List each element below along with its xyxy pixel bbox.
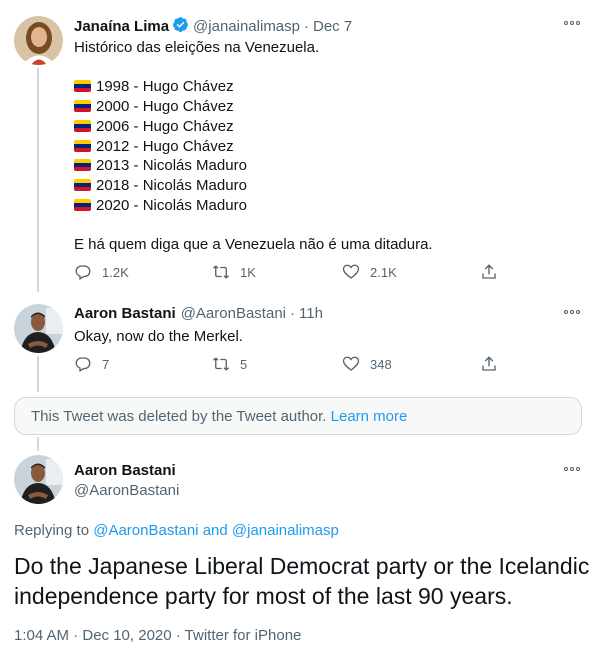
tweet-text: Okay, now do the Merkel. (74, 328, 243, 345)
thread-line (37, 356, 39, 392)
replying-user-link[interactable]: @janainalimasp (232, 522, 339, 539)
tweet-time[interactable]: 11h (299, 305, 323, 322)
main-tweet-text: Do the Japanese Liberal Democrat party o… (14, 553, 590, 609)
venezuela-flag-icon (74, 178, 91, 191)
avatar-janaina[interactable] (14, 16, 63, 65)
election-line: 1998 - Hugo Chávez (74, 77, 433, 97)
election-line: 2000 - Hugo Chávez (74, 97, 433, 117)
venezuela-flag-icon (74, 159, 91, 172)
replying-to: Replying to @AaronBastani and @janainali… (14, 522, 339, 539)
tweet-header: Aaron Bastani @AaronBastani · 11h (74, 305, 323, 322)
reply-button[interactable]: 1.2K (74, 263, 129, 281)
venezuela-flag-icon (74, 119, 91, 132)
venezuela-flag-icon (74, 139, 91, 152)
thread-line (37, 68, 39, 292)
election-line: 2018 - Nicolás Maduro (74, 176, 433, 196)
tweet-closing: E há quem diga que a Venezuela não é uma… (74, 236, 433, 253)
author-name[interactable]: Aaron Bastani (74, 305, 176, 322)
retweet-button[interactable]: 1K (212, 263, 256, 281)
avatar-aaron[interactable] (14, 304, 63, 353)
author-handle[interactable]: @AaronBastani (74, 482, 179, 499)
learn-more-link[interactable]: Learn more (331, 408, 408, 425)
retweet-icon (213, 265, 229, 279)
author-name[interactable]: Janaína Lima (74, 18, 169, 35)
tweet-body: Histórico das eleições na Venezuela. 199… (74, 38, 433, 255)
tweet-time[interactable]: Dec 7 (313, 18, 352, 35)
retweet-count: 1K (240, 264, 256, 280)
tweet-meta[interactable]: 1:04 AM · Dec 10, 2020 · Twitter for iPh… (14, 627, 301, 644)
separator: · (304, 18, 309, 35)
election-line: 2020 - Nicolás Maduro (74, 196, 433, 216)
like-count: 348 (370, 356, 392, 372)
reply-icon (75, 357, 91, 372)
retweet-icon (213, 357, 229, 371)
like-icon (342, 264, 360, 279)
venezuela-flag-icon (74, 198, 91, 211)
election-line: 2013 - Nicolás Maduro (74, 156, 433, 176)
election-line: 2006 - Hugo Chávez (74, 117, 433, 137)
like-icon (342, 356, 360, 371)
main-tweet-header: Aaron Bastani @AaronBastani (74, 462, 179, 499)
reply-button[interactable]: 7 (74, 355, 109, 373)
thread-line (37, 437, 39, 451)
reply-icon (75, 265, 91, 280)
separator: · (290, 305, 295, 322)
more-icon[interactable] (562, 18, 582, 28)
venezuela-flag-icon (74, 100, 91, 113)
share-icon (482, 356, 496, 371)
author-handle[interactable]: @AaronBastani (181, 305, 286, 322)
share-icon (482, 264, 496, 279)
tweet-intro: Histórico das eleições na Venezuela. (74, 39, 320, 56)
reply-count: 7 (102, 356, 110, 372)
author-handle[interactable]: @janainalimasp (193, 18, 300, 35)
like-button[interactable]: 348 (342, 355, 392, 373)
share-button[interactable] (480, 263, 498, 281)
deleted-tweet-notice: This Tweet was deleted by the Tweet auth… (14, 397, 582, 435)
venezuela-flag-icon (74, 80, 91, 93)
like-count: 2.1K (370, 264, 397, 280)
retweet-count: 5 (240, 356, 248, 372)
reply-count: 1.2K (102, 264, 129, 280)
more-icon[interactable] (562, 464, 582, 474)
retweet-button[interactable]: 5 (212, 355, 247, 373)
more-icon[interactable] (562, 307, 582, 317)
tweet-header: Janaína Lima @janainalimasp · Dec 7 (74, 16, 352, 37)
verified-badge-icon (172, 16, 189, 37)
replying-user-link[interactable]: @AaronBastani (93, 522, 198, 539)
deleted-text: This Tweet was deleted by the Tweet auth… (31, 408, 327, 425)
election-line: 2012 - Hugo Chávez (74, 137, 433, 157)
author-name[interactable]: Aaron Bastani (74, 462, 176, 479)
avatar-aaron-main[interactable] (14, 455, 63, 504)
like-button[interactable]: 2.1K (342, 263, 397, 281)
share-button[interactable] (480, 355, 498, 373)
